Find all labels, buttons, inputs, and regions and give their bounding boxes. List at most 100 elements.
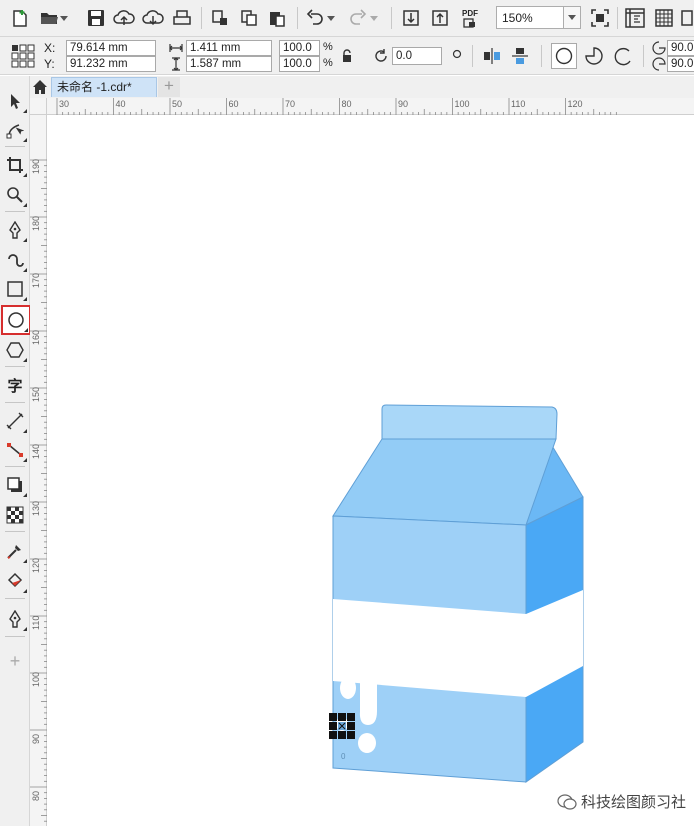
ruler-label: 120 xyxy=(568,99,583,109)
vertical-ruler-ticks: 190 180 170 160 150 140 130 120 110 100 90 80 xyxy=(30,159,47,822)
pdf-label: PDF xyxy=(462,8,478,18)
text-tool-glyph: 字 xyxy=(7,376,23,395)
y-position-field[interactable]: 91.232 mm xyxy=(66,56,156,72)
undo-icon[interactable] xyxy=(303,6,327,30)
selection-handles xyxy=(329,713,355,739)
crop-tool-icon[interactable] xyxy=(2,152,28,178)
redo-dropdown-arrow-icon[interactable] xyxy=(368,6,380,30)
toolbox: 字 + xyxy=(0,76,31,826)
new-document-icon[interactable] xyxy=(8,6,32,30)
drop-shadow-tool-icon[interactable] xyxy=(2,472,28,498)
polygon-tool-icon[interactable] xyxy=(2,337,28,363)
ruler-label: 180 xyxy=(31,216,41,231)
end-angle-field[interactable]: 90.0 xyxy=(667,56,694,72)
ruler-label: 30 xyxy=(59,99,69,109)
mirror-horizontal-icon[interactable] xyxy=(482,46,502,66)
ruler-label: 110 xyxy=(511,99,525,109)
vertical-ruler[interactable]: 190 180 170 160 150 140 130 120 110 100 90 80 xyxy=(30,115,47,826)
ruler-label: 80 xyxy=(342,99,352,109)
rulers-toggle-icon[interactable] xyxy=(623,6,647,30)
upload-cloud-icon[interactable] xyxy=(112,6,136,30)
arc-mode-icon[interactable] xyxy=(612,45,634,67)
rectangle-tool-icon[interactable] xyxy=(2,276,28,302)
connector-tool-icon[interactable] xyxy=(2,437,28,463)
document-tab[interactable]: 未命名 -1.cdr* xyxy=(51,77,157,97)
transparency-tool-icon[interactable] xyxy=(2,502,28,528)
separator xyxy=(201,7,202,29)
zoom-dropdown-arrow-icon[interactable] xyxy=(563,7,580,28)
paste-icon[interactable] xyxy=(265,6,289,30)
shape-tool-icon[interactable] xyxy=(2,117,28,143)
export-pdf-icon[interactable]: PDF xyxy=(458,6,482,30)
watermark: 科技绘图颜习社 xyxy=(557,791,686,812)
ruler-label: 140 xyxy=(31,444,41,459)
property-bar: X: 79.614 mm Y: 91.232 mm 1.411 mm 1.587… xyxy=(0,37,694,75)
horizontal-ruler[interactable]: 30 40 50 60 70 80 90 100 110 120 xyxy=(30,98,694,115)
end-angle-icon xyxy=(652,57,666,71)
ruler-label: 70 xyxy=(285,99,295,109)
standard-toolbar: PDF 150% xyxy=(0,0,694,37)
ellipse-tool-icon[interactable] xyxy=(1,305,31,335)
ruler-label: 90 xyxy=(31,734,41,744)
dimension-tool-icon[interactable] xyxy=(2,408,28,434)
scale-x-percent: % xyxy=(323,41,333,53)
scale-x-field[interactable]: 100.0 xyxy=(279,40,320,56)
customize-toolbox-button[interactable]: + xyxy=(2,648,28,674)
carton-cap xyxy=(381,404,558,440)
ruler-label: 100 xyxy=(31,672,41,687)
zoom-level-combobox[interactable]: 150% xyxy=(496,6,581,29)
text-tool-icon[interactable]: 字 xyxy=(2,372,28,398)
eyedropper-tool-icon[interactable] xyxy=(2,538,28,564)
smart-fill-tool-icon[interactable] xyxy=(2,606,28,632)
grid-settings-icon[interactable] xyxy=(680,6,694,30)
print-icon[interactable] xyxy=(170,6,194,30)
ruler-origin-corner[interactable] xyxy=(30,98,47,115)
download-cloud-icon[interactable] xyxy=(141,6,165,30)
scale-y-field[interactable]: 100.0 xyxy=(279,56,320,72)
object-origin-icon[interactable] xyxy=(10,43,36,69)
ruler-label: 90 xyxy=(398,99,408,109)
new-tab-button[interactable]: + xyxy=(158,77,180,97)
rotation-icon xyxy=(373,48,389,64)
scale-y-percent: % xyxy=(323,57,333,69)
import-icon[interactable] xyxy=(399,6,423,30)
milk-carton-illustration: 0 xyxy=(329,404,584,783)
pick-tool-icon[interactable] xyxy=(2,88,28,114)
export-icon[interactable] xyxy=(428,6,452,30)
rotation-angle-field[interactable]: 0.0 xyxy=(392,47,442,65)
watermark-text: 科技绘图颜习社 xyxy=(580,794,686,811)
ruler-label: 190 xyxy=(31,159,41,174)
start-angle-field[interactable]: 90.0 xyxy=(667,40,694,56)
freehand-tool-icon[interactable] xyxy=(2,217,28,243)
ruler-label: 60 xyxy=(229,99,239,109)
pie-mode-icon[interactable] xyxy=(583,45,605,67)
artistic-media-tool-icon[interactable] xyxy=(2,247,28,273)
mirror-vertical-icon[interactable] xyxy=(510,46,530,66)
save-icon[interactable] xyxy=(84,6,108,30)
object-width-field[interactable]: 1.411 mm xyxy=(186,40,272,56)
document-tab-bar: 未命名 -1.cdr* + xyxy=(30,76,694,98)
object-height-field[interactable]: 1.587 mm xyxy=(186,56,272,72)
x-label: X: xyxy=(44,41,56,55)
ellipse-mode-button[interactable] xyxy=(551,43,577,69)
separator xyxy=(541,45,542,67)
drawing-canvas[interactable]: 0 科技绘图颜习社 xyxy=(48,116,694,826)
zoom-tool-icon[interactable] xyxy=(2,182,28,208)
redo-icon[interactable] xyxy=(346,6,370,30)
ruler-label: 130 xyxy=(31,501,41,516)
full-screen-icon[interactable] xyxy=(588,6,612,30)
ruler-label: 50 xyxy=(172,99,182,109)
home-icon[interactable] xyxy=(30,77,50,97)
ruler-label: 170 xyxy=(31,273,41,288)
open-dropdown-arrow-icon[interactable] xyxy=(58,6,70,30)
grid-toggle-icon[interactable] xyxy=(652,6,676,30)
degree-icon xyxy=(452,49,462,59)
interactive-fill-tool-icon[interactable] xyxy=(2,568,28,594)
cut-icon[interactable] xyxy=(208,6,232,30)
undo-dropdown-arrow-icon[interactable] xyxy=(325,6,337,30)
height-icon xyxy=(170,57,182,71)
width-icon xyxy=(169,42,183,54)
copy-icon[interactable] xyxy=(237,6,261,30)
lock-ratio-icon[interactable] xyxy=(341,49,353,63)
x-position-field[interactable]: 79.614 mm xyxy=(66,40,156,56)
